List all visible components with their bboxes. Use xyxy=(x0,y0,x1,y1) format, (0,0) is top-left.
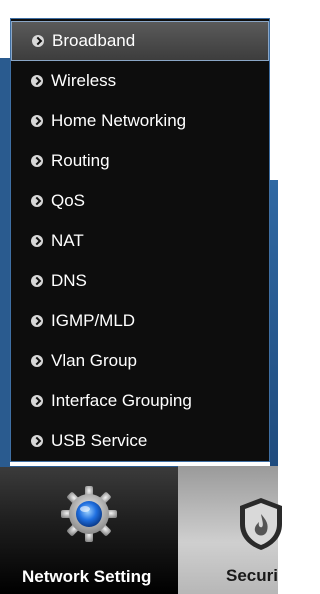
menu-item-label: Routing xyxy=(51,151,110,170)
chevron-right-icon xyxy=(31,155,43,167)
menu-item-nat[interactable]: NAT xyxy=(11,221,269,261)
page-background-right xyxy=(270,58,278,180)
tab-security[interactable]: Securi xyxy=(178,466,282,594)
menu-item-label: QoS xyxy=(51,191,86,210)
chevron-right-icon xyxy=(31,75,43,87)
menu-item-qos[interactable]: QoS xyxy=(11,181,269,221)
tab-label: Securi xyxy=(226,566,278,585)
menu-item-dns[interactable]: DNS xyxy=(11,261,269,301)
menu-item-broadband[interactable]: Broadband xyxy=(11,21,269,61)
menu-item-label: Vlan Group xyxy=(51,351,137,370)
menu-item-interface-grouping[interactable]: Interface Grouping xyxy=(11,381,269,421)
page-background-blue-right xyxy=(270,180,278,468)
menu-item-wireless[interactable]: Wireless xyxy=(11,61,269,101)
menu-item-label: USB Service xyxy=(51,431,148,450)
menu-item-label: NAT xyxy=(51,231,84,250)
chevron-right-icon xyxy=(31,435,43,447)
menu-item-label: Broadband xyxy=(52,31,136,50)
menu-item-usb-service[interactable]: USB Service xyxy=(11,421,269,461)
menu-item-label: Interface Grouping xyxy=(51,391,192,410)
chevron-right-icon xyxy=(31,315,43,327)
menu-item-vlan-group[interactable]: Vlan Group xyxy=(11,341,269,381)
menu-item-label: IGMP/MLD xyxy=(51,311,136,330)
gear-icon xyxy=(61,486,117,542)
tab-label: Network Setting xyxy=(22,567,152,586)
menu-item-routing[interactable]: Routing xyxy=(11,141,269,181)
network-setting-dropdown-menu: Broadband Wireless Home Networking Routi… xyxy=(10,18,270,462)
chevron-right-icon xyxy=(32,35,44,47)
menu-item-igmp-mld[interactable]: IGMP/MLD xyxy=(11,301,269,341)
chevron-right-icon xyxy=(31,115,43,127)
chevron-right-icon xyxy=(31,195,43,207)
chevron-right-icon xyxy=(31,395,43,407)
tab-network-setting[interactable]: Network Setting xyxy=(0,466,178,594)
chevron-right-icon xyxy=(31,275,43,287)
menu-item-label: DNS xyxy=(51,271,87,290)
chevron-right-icon xyxy=(31,235,43,247)
bottom-tab-bar: Network Setting Securi xyxy=(0,466,282,594)
menu-item-label: Home Networking xyxy=(51,111,187,130)
page-background-blue-left xyxy=(0,58,10,468)
shield-icon xyxy=(240,498,282,550)
menu-item-label: Wireless xyxy=(51,71,117,90)
menu-item-home-networking[interactable]: Home Networking xyxy=(11,101,269,141)
chevron-right-icon xyxy=(31,355,43,367)
